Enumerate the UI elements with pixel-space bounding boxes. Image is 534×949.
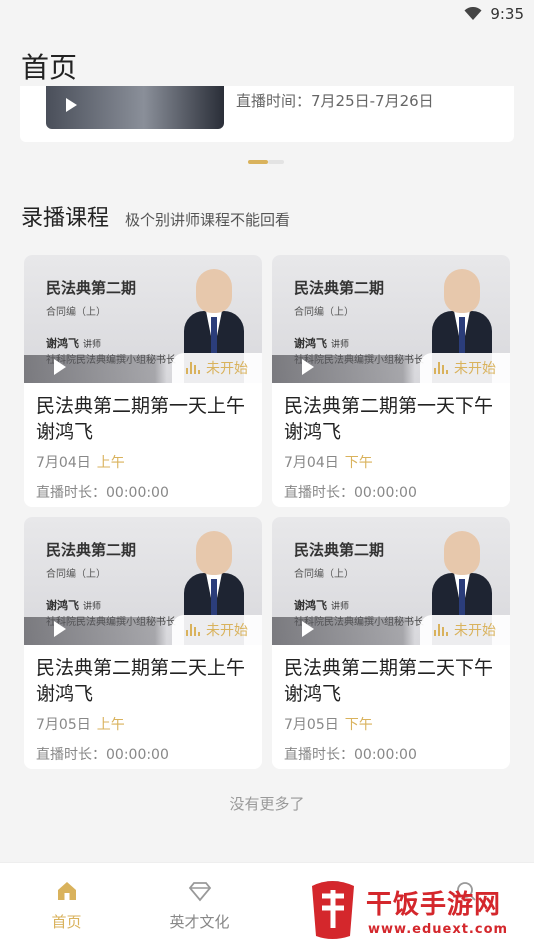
carousel-dot: [268, 160, 284, 164]
status-bar: 9:35: [0, 0, 534, 28]
play-icon[interactable]: [302, 359, 314, 375]
thumb-lecturer: 谢鸿飞 讲师: [46, 335, 101, 351]
thumb-subtitle: 合同编（上）: [46, 569, 106, 580]
lecturer-name: 谢鸿飞: [294, 599, 327, 612]
lecturer-name: 谢鸿飞: [294, 337, 327, 350]
lecturer-role: 讲师: [331, 602, 350, 612]
section-subtitle: 极个别讲师课程不能回看: [125, 211, 291, 229]
course-duration: 直播时长：00:00:00: [36, 747, 169, 763]
status-label: 未开始: [206, 361, 248, 377]
banner-live-time: 直播时间：7月25日-7月26日: [236, 92, 434, 110]
watermark-logo-icon: [312, 881, 354, 939]
thumb-lecturer: 谢鸿飞 讲师: [294, 335, 349, 351]
course-date: 7月05日 上午: [36, 714, 250, 734]
tab-home[interactable]: 首页: [0, 863, 133, 949]
lecturer-name: 谢鸿飞: [46, 337, 79, 350]
carousel-indicator: [248, 160, 284, 164]
course-thumbnail: 民法典第二期 合同编（上） 谢鸿飞讲师 社科院民法典编撰小组秘书长 未开始: [272, 517, 510, 645]
course-title: 民法典第二期第一天下午谢鸿飞: [284, 395, 494, 443]
lecturer-role: 讲师: [331, 340, 350, 350]
course-title: 民法典第二期第二天下午谢鸿飞: [284, 657, 494, 705]
status-badge: 未开始: [172, 615, 262, 645]
date-period: 上午: [96, 717, 125, 733]
card-body: 民法典第二期第一天下午谢鸿飞 7月04日 下午 直播时长：00:00:00: [272, 383, 510, 502]
card-body: 民法典第二期第二天下午谢鸿飞 7月05日 下午 直播时长：00:00:00: [272, 645, 510, 764]
date-period: 上午: [96, 455, 125, 471]
date-text: 7月05日: [284, 717, 339, 733]
status-label: 未开始: [454, 361, 496, 377]
course-grid: 民法典第二期 合同编（上） 谢鸿飞讲师 社科院民法典编撰小组秘书长 未开始 民法…: [24, 255, 510, 769]
thumb-lecturer: 谢鸿飞 讲师: [46, 597, 101, 613]
course-duration: 直播时长：00:00:00: [284, 747, 417, 763]
no-more-text: 没有更多了: [229, 795, 305, 813]
course-duration: 直播时长：00:00:00: [36, 485, 169, 501]
home-icon: [57, 882, 76, 900]
course-card[interactable]: 民法典第二期 合同编（上） 谢鸿飞讲师 社科院民法典编撰小组秘书长 未开始 民法…: [24, 255, 262, 507]
status-label: 未开始: [206, 623, 248, 639]
banner-thumbnail: [46, 86, 224, 129]
course-date: 7月05日 下午: [284, 714, 498, 734]
thumb-title: 民法典第二期: [294, 541, 385, 559]
play-icon[interactable]: [302, 621, 314, 637]
course-thumbnail: 民法典第二期 合同编（上） 谢鸿飞讲师 社科院民法典编撰小组秘书长 未开始: [24, 517, 262, 645]
carousel-dot-active: [248, 160, 268, 164]
bars-icon: [434, 624, 448, 636]
thumb-subtitle: 合同编（上）: [294, 307, 354, 318]
status-time: 9:35: [490, 5, 524, 23]
play-icon[interactable]: [54, 359, 66, 375]
wifi-icon: [464, 7, 482, 20]
status-badge: 未开始: [172, 353, 262, 383]
status-label: 未开始: [454, 623, 496, 639]
card-body: 民法典第二期第二天上午谢鸿飞 7月05日 上午 直播时长：00:00:00: [24, 645, 262, 764]
course-card[interactable]: 民法典第二期 合同编（上） 谢鸿飞讲师 社科院民法典编撰小组秘书长 未开始 民法…: [272, 517, 510, 769]
lecturer-name: 谢鸿飞: [46, 599, 79, 612]
course-thumbnail: 民法典第二期 合同编（上） 谢鸿飞讲师 社科院民法典编撰小组秘书长 未开始: [272, 255, 510, 383]
date-period: 下午: [344, 717, 373, 733]
lecturer-role: 讲师: [83, 340, 102, 350]
section-header: 录播课程 极个别讲师课程不能回看: [21, 200, 290, 232]
section-title: 录播课程: [21, 206, 110, 231]
watermark-url: www.eduext.com: [368, 922, 509, 937]
watermark-name: 干饭手游网: [366, 890, 502, 920]
play-icon[interactable]: [54, 621, 66, 637]
thumb-subtitle: 合同编（上）: [46, 307, 106, 318]
course-card[interactable]: 民法典第二期 合同编（上） 谢鸿飞讲师 社科院民法典编撰小组秘书长 未开始 民法…: [24, 517, 262, 769]
thumb-title: 民法典第二期: [46, 279, 137, 297]
course-card[interactable]: 民法典第二期 合同编（上） 谢鸿飞讲师 社科院民法典编撰小组秘书长 未开始 民法…: [272, 255, 510, 507]
course-date: 7月04日 下午: [284, 452, 498, 472]
lecturer-role: 讲师: [83, 602, 102, 612]
bars-icon: [434, 362, 448, 374]
date-text: 7月04日: [284, 455, 339, 471]
course-title: 民法典第二期第二天上午谢鸿飞: [36, 657, 246, 705]
date-text: 7月05日: [36, 717, 91, 733]
thumb-title: 民法典第二期: [294, 279, 385, 297]
course-duration: 直播时长：00:00:00: [284, 485, 417, 501]
thumb-lecturer: 谢鸿飞 讲师: [294, 597, 349, 613]
status-badge: 未开始: [420, 615, 510, 645]
date-text: 7月04日: [36, 455, 91, 471]
diamond-icon: [188, 882, 211, 902]
course-title: 民法典第二期第一天上午谢鸿飞: [36, 395, 246, 443]
play-icon: [66, 98, 77, 112]
tab-label-culture: 英才文化: [169, 913, 230, 931]
thumb-title: 民法典第二期: [46, 541, 137, 559]
card-body: 民法典第二期第一天上午谢鸿飞 7月04日 上午 直播时长：00:00:00: [24, 383, 262, 502]
bars-icon: [186, 362, 200, 374]
date-period: 下午: [344, 455, 373, 471]
thumb-subtitle: 合同编（上）: [294, 569, 354, 580]
status-badge: 未开始: [420, 353, 510, 383]
tab-label-home: 首页: [51, 913, 82, 931]
site-watermark: 干饭手游网 www.eduext.com: [300, 876, 534, 946]
bars-icon: [186, 624, 200, 636]
course-thumbnail: 民法典第二期 合同编（上） 谢鸿飞讲师 社科院民法典编撰小组秘书长 未开始: [24, 255, 262, 383]
course-date: 7月04日 上午: [36, 452, 250, 472]
live-banner[interactable]: 直播时间：7月25日-7月26日: [20, 86, 514, 142]
tab-culture[interactable]: 英才文化: [133, 863, 266, 949]
